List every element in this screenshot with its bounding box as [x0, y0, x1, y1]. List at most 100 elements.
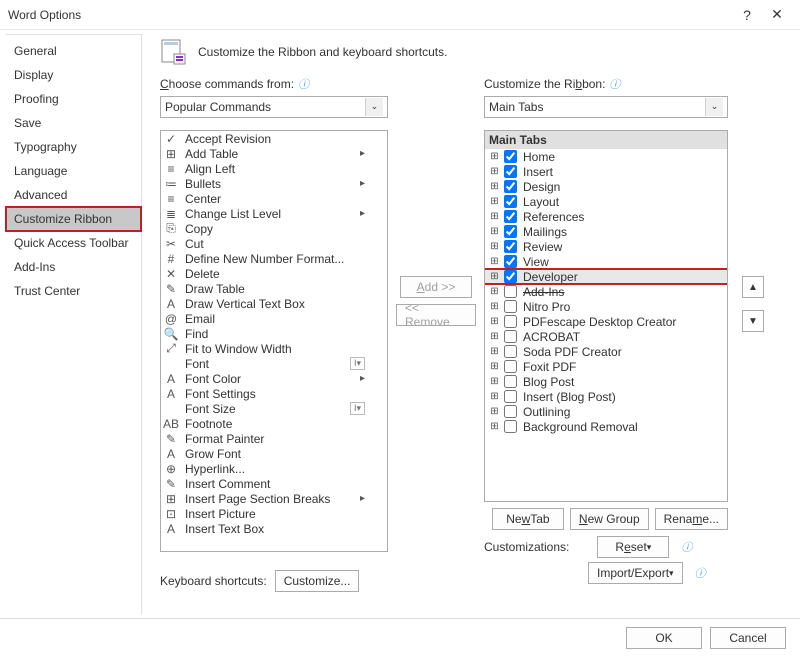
tab-checkbox[interactable] — [504, 150, 517, 163]
rename-button[interactable]: Rename... — [655, 508, 728, 530]
tab-checkbox[interactable] — [504, 315, 517, 328]
tab-checkbox[interactable] — [504, 165, 517, 178]
tab-row-layout[interactable]: ⊞Layout — [485, 194, 727, 209]
sidebar-item-general[interactable]: General — [6, 39, 141, 63]
expand-icon[interactable]: ⊞ — [489, 166, 500, 177]
tab-row-blog-post[interactable]: ⊞Blog Post — [485, 374, 727, 389]
command-item[interactable]: ABFootnote — [161, 416, 387, 431]
tab-row-foxit-pdf[interactable]: ⊞Foxit PDF — [485, 359, 727, 374]
command-item[interactable]: ✕Delete — [161, 266, 387, 281]
reset-dropdown[interactable]: Reset — [597, 536, 669, 558]
tab-checkbox[interactable] — [504, 405, 517, 418]
customize-button[interactable]: Customize... — [275, 570, 360, 592]
tab-row-acrobat[interactable]: ⊞ACROBAT — [485, 329, 727, 344]
command-item[interactable]: ≡Center — [161, 191, 387, 206]
expand-icon[interactable]: ⊞ — [489, 211, 500, 222]
tab-checkbox[interactable] — [504, 375, 517, 388]
expand-icon[interactable]: ⊞ — [489, 181, 500, 192]
tab-row-home[interactable]: ⊞Home — [485, 149, 727, 164]
expand-icon[interactable]: ⊞ — [489, 226, 500, 237]
move-up-button[interactable]: ▲ — [742, 276, 764, 298]
command-item[interactable]: ⊞Insert Page Section Breaks▸ — [161, 491, 387, 506]
move-down-button[interactable]: ▼ — [742, 310, 764, 332]
command-item[interactable]: ⊞Add Table▸ — [161, 146, 387, 161]
expand-icon[interactable]: ⊞ — [489, 391, 500, 402]
tab-row-outlining[interactable]: ⊞Outlining — [485, 404, 727, 419]
expand-icon[interactable]: ⊞ — [489, 316, 500, 327]
expand-icon[interactable]: ⊞ — [489, 331, 500, 342]
tab-row-view[interactable]: ⊞View — [485, 254, 727, 269]
tab-row-mailings[interactable]: ⊞Mailings — [485, 224, 727, 239]
customize-ribbon-dropdown[interactable]: Main Tabs ⌄ — [484, 96, 728, 118]
help-icon[interactable]: ⓘ — [695, 565, 706, 581]
command-item[interactable]: ✎Draw Table — [161, 281, 387, 296]
sidebar-item-quick-access-toolbar[interactable]: Quick Access Toolbar — [6, 231, 141, 255]
command-item[interactable]: @Email — [161, 311, 387, 326]
tab-checkbox[interactable] — [504, 210, 517, 223]
expand-icon[interactable]: ⊞ — [489, 301, 500, 312]
command-item[interactable]: 🔍Find — [161, 326, 387, 341]
expand-icon[interactable]: ⊞ — [489, 271, 500, 282]
command-item[interactable]: ≔Bullets▸ — [161, 176, 387, 191]
command-item[interactable]: ≡Align Left — [161, 161, 387, 176]
tab-row-soda-pdf-creator[interactable]: ⊞Soda PDF Creator — [485, 344, 727, 359]
command-item[interactable]: ≣Change List Level▸ — [161, 206, 387, 221]
new-group-button[interactable]: New Group — [570, 508, 649, 530]
add-button[interactable]: Add >> — [400, 276, 472, 298]
sidebar-item-proofing[interactable]: Proofing — [6, 87, 141, 111]
remove-button[interactable]: << Remove — [396, 304, 476, 326]
tab-row-references[interactable]: ⊞References — [485, 209, 727, 224]
sidebar-item-language[interactable]: Language — [6, 159, 141, 183]
command-item[interactable]: AFont Color▸ — [161, 371, 387, 386]
help-icon[interactable]: ⓘ — [681, 539, 692, 555]
sidebar-item-customize-ribbon[interactable]: Customize Ribbon — [6, 207, 141, 231]
tab-checkbox[interactable] — [504, 195, 517, 208]
command-item[interactable]: AInsert Text Box — [161, 521, 387, 536]
help-icon[interactable]: ⓘ — [298, 79, 309, 91]
command-item[interactable]: ⊕Hyperlink... — [161, 461, 387, 476]
tab-row-pdfescape-desktop-creator[interactable]: ⊞PDFescape Desktop Creator — [485, 314, 727, 329]
tab-row-nitro-pro[interactable]: ⊞Nitro Pro — [485, 299, 727, 314]
command-item[interactable]: ✎Insert Comment — [161, 476, 387, 491]
expand-icon[interactable]: ⊞ — [489, 406, 500, 417]
close-button[interactable]: ✕ — [762, 6, 792, 23]
import-export-dropdown[interactable]: Import/Export — [588, 562, 683, 584]
cancel-button[interactable]: Cancel — [710, 627, 786, 649]
tab-row-design[interactable]: ⊞Design — [485, 179, 727, 194]
tab-checkbox[interactable] — [504, 285, 517, 298]
tab-row-review[interactable]: ⊞Review — [485, 239, 727, 254]
tab-checkbox[interactable] — [504, 180, 517, 193]
tab-row-insert[interactable]: ⊞Insert — [485, 164, 727, 179]
choose-commands-dropdown[interactable]: Popular Commands ⌄ — [160, 96, 388, 118]
tab-checkbox[interactable] — [504, 225, 517, 238]
tab-checkbox[interactable] — [504, 300, 517, 313]
expand-icon[interactable]: ⊞ — [489, 241, 500, 252]
command-item[interactable]: ✓Accept Revision — [161, 131, 387, 146]
command-item[interactable]: FontI▾ — [161, 356, 387, 371]
command-item[interactable]: ✎Format Painter — [161, 431, 387, 446]
command-item[interactable]: AFont Settings — [161, 386, 387, 401]
commands-listbox[interactable]: ✓Accept Revision⊞Add Table▸≡Align Left≔B… — [160, 130, 388, 552]
ok-button[interactable]: OK — [626, 627, 702, 649]
tabs-listbox[interactable]: Main Tabs ⊞Home⊞Insert⊞Design⊞Layout⊞Ref… — [484, 130, 728, 502]
tab-checkbox[interactable] — [504, 390, 517, 403]
tab-checkbox[interactable] — [504, 255, 517, 268]
sidebar-item-display[interactable]: Display — [6, 63, 141, 87]
tab-row-background-removal[interactable]: ⊞Background Removal — [485, 419, 727, 434]
new-tab-button[interactable]: New Tab — [492, 508, 564, 530]
tab-checkbox[interactable] — [504, 360, 517, 373]
command-item[interactable]: AGrow Font — [161, 446, 387, 461]
help-icon[interactable]: ⓘ — [609, 79, 620, 91]
command-item[interactable]: ⎘Copy — [161, 221, 387, 236]
expand-icon[interactable]: ⊞ — [489, 196, 500, 207]
command-item[interactable]: Font SizeI▾ — [161, 401, 387, 416]
tab-checkbox[interactable] — [504, 330, 517, 343]
sidebar-item-save[interactable]: Save — [6, 111, 141, 135]
expand-icon[interactable]: ⊞ — [489, 421, 500, 432]
expand-icon[interactable]: ⊞ — [489, 286, 500, 297]
sidebar-item-typography[interactable]: Typography — [6, 135, 141, 159]
tab-row-add-ins[interactable]: ⊞Add-Ins — [485, 284, 727, 299]
sidebar-item-advanced[interactable]: Advanced — [6, 183, 141, 207]
help-button[interactable]: ? — [732, 7, 762, 23]
command-item[interactable]: ✂Cut — [161, 236, 387, 251]
